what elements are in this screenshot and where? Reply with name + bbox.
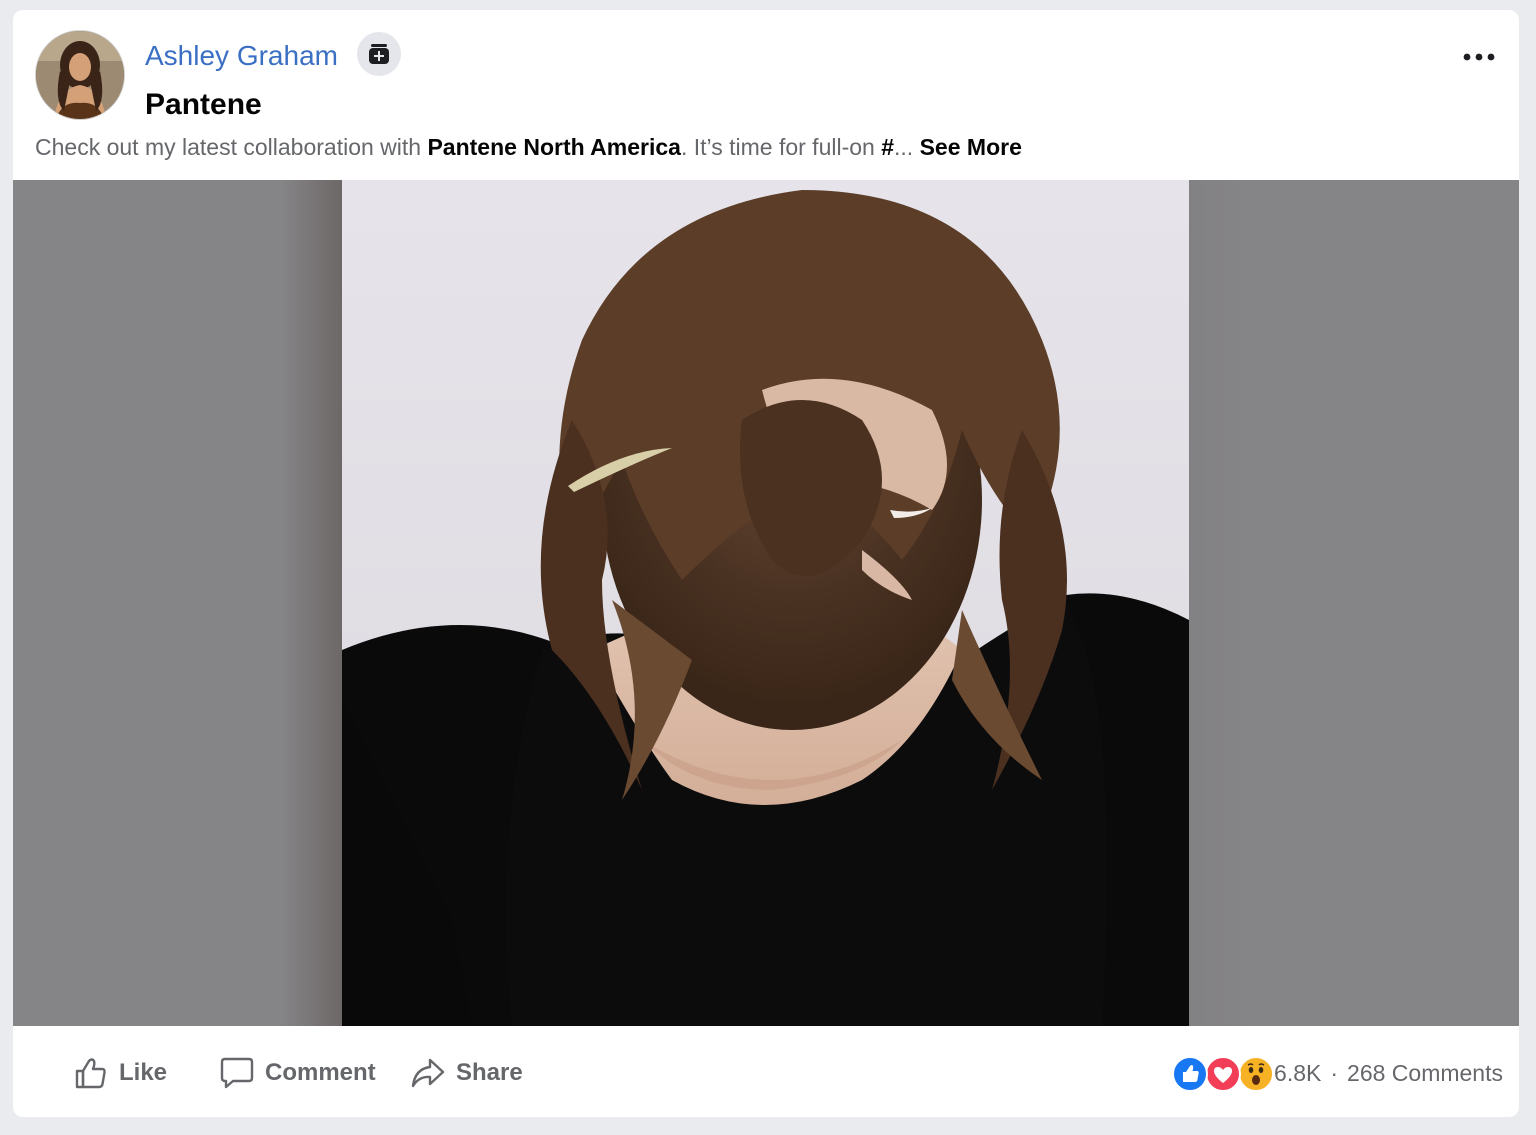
post-video[interactable] — [13, 180, 1519, 1026]
comments-count-link[interactable]: 268 Comments — [1347, 1060, 1503, 1087]
caption-ellipsis: ... — [894, 134, 914, 160]
share-label: Share — [456, 1059, 523, 1086]
wow-reaction-icon — [1238, 1056, 1275, 1092]
caption-prefix: Check out my latest collaboration with — [35, 134, 428, 160]
like-reaction-icon — [1172, 1056, 1209, 1092]
post-stats: 6.8K · 268 Comments — [1172, 1050, 1503, 1096]
comment-label: Comment — [265, 1059, 376, 1086]
author-avatar[interactable] — [35, 30, 125, 120]
ad-library-button[interactable] — [357, 32, 401, 76]
post-actions-bar: Like Comment Share 6.8K · 268 Comments — [13, 1026, 1519, 1117]
post-card: Ashley Graham Pantene Check out my lates… — [13, 10, 1519, 1117]
comment-button[interactable]: Comment — [219, 1050, 376, 1096]
video-frame — [342, 180, 1189, 1026]
author-name-link[interactable]: Ashley Graham — [145, 40, 338, 72]
stats-separator: · — [1330, 1059, 1339, 1086]
reaction-count[interactable]: 6.8K — [1274, 1060, 1321, 1087]
video-edge-shadow-right — [1189, 180, 1249, 1026]
comment-icon — [220, 1057, 254, 1089]
avatar-photo — [36, 31, 124, 119]
more-options-icon — [1463, 53, 1495, 61]
ad-library-icon — [369, 44, 389, 64]
mention-link[interactable]: Pantene North America — [427, 134, 681, 160]
like-icon — [75, 1058, 106, 1089]
see-more-link[interactable]: See More — [920, 134, 1022, 160]
like-label: Like — [119, 1059, 168, 1086]
share-button[interactable]: Share — [410, 1050, 523, 1096]
post-caption: Check out my latest collaboration with P… — [35, 134, 1022, 161]
page-name[interactable]: Pantene — [145, 88, 262, 122]
more-options-button[interactable] — [1457, 40, 1501, 74]
reaction-icons[interactable] — [1172, 1056, 1275, 1092]
love-reaction-icon — [1205, 1056, 1242, 1092]
video-edge-shadow — [282, 180, 342, 1026]
hashtag-start[interactable]: # — [881, 134, 894, 160]
caption-middle: . It’s time for full-on — [680, 134, 882, 160]
like-button[interactable]: Like — [73, 1050, 167, 1096]
share-icon — [411, 1058, 445, 1088]
